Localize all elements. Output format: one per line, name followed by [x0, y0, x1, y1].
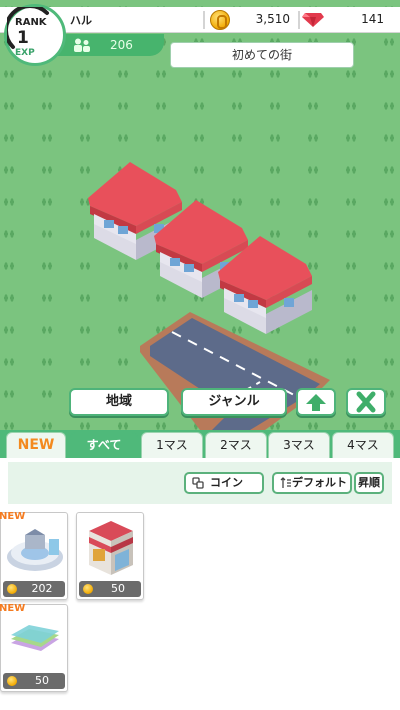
item-price: 50 [3, 673, 65, 689]
population-bar: 206 [56, 34, 164, 56]
tab-4-tile[interactable]: 4マス [332, 432, 394, 458]
coin-icon [210, 10, 230, 30]
rank-badge[interactable]: RANK 1 EXP [4, 4, 66, 66]
sort-bar: コイン デフォルト 昇順 [8, 462, 392, 504]
tab-new[interactable]: NEW [6, 432, 66, 458]
colored-tiles-image [11, 625, 59, 651]
tab-2-tile[interactable]: 2マス [205, 432, 267, 458]
coin-icon [7, 676, 17, 686]
arrow-up-icon [306, 394, 326, 411]
rank-label: RANK [15, 17, 47, 28]
item-price: 50 [79, 581, 141, 597]
region-filter-button[interactable]: 地域 [69, 388, 169, 416]
sort-default-label: デフォルト [292, 476, 347, 489]
rank-value: 1 [17, 28, 29, 48]
sort-default-button[interactable]: デフォルト [272, 472, 352, 494]
new-badge: NEW [0, 511, 26, 522]
sort-ascending-button[interactable]: 昇順 [354, 472, 384, 494]
new-badge: NEW [0, 603, 26, 614]
item-card[interactable]: NEW 50 [0, 603, 68, 692]
genre-filter-button[interactable]: ジャンル [181, 388, 287, 416]
tab-3-tile[interactable]: 3マス [268, 432, 330, 458]
move-up-button[interactable] [296, 388, 336, 416]
population-count: 206 [110, 38, 133, 52]
town-name[interactable]: 初めての街 [170, 42, 354, 68]
player-name: ハル [70, 14, 92, 27]
item-card[interactable]: NEW 202 [0, 511, 68, 600]
gem-icon [302, 13, 324, 27]
price-value: 50 [35, 674, 49, 687]
tab-all[interactable]: すべて [70, 432, 138, 458]
tab-1-tile[interactable]: 1マス [141, 432, 203, 458]
close-button[interactable] [346, 388, 386, 416]
coin-count: 3,510 [255, 12, 290, 26]
exp-label: EXP [15, 48, 35, 58]
coin-icon [7, 584, 17, 594]
price-value: 50 [111, 582, 125, 595]
divider [203, 11, 205, 29]
sort-coins-icon [192, 477, 204, 489]
item-card[interactable]: 50 [76, 512, 144, 600]
shop-building-image [89, 521, 133, 575]
price-value: 202 [31, 582, 53, 595]
category-tabs: NEW すべて 1マス 2マス 3マス 4マス [0, 430, 400, 458]
sort-coin-label: コイン [210, 476, 243, 489]
gem-count: 141 [361, 12, 384, 26]
people-icon [74, 38, 90, 52]
coin-icon [83, 584, 93, 594]
close-x-icon [356, 391, 376, 413]
stadium-building-image [7, 529, 63, 571]
sort-order-icon [280, 477, 291, 488]
divider [298, 11, 300, 29]
sort-by-coin-button[interactable]: コイン [184, 472, 264, 494]
item-price: 202 [3, 581, 65, 597]
house-building-3[interactable] [214, 236, 318, 336]
